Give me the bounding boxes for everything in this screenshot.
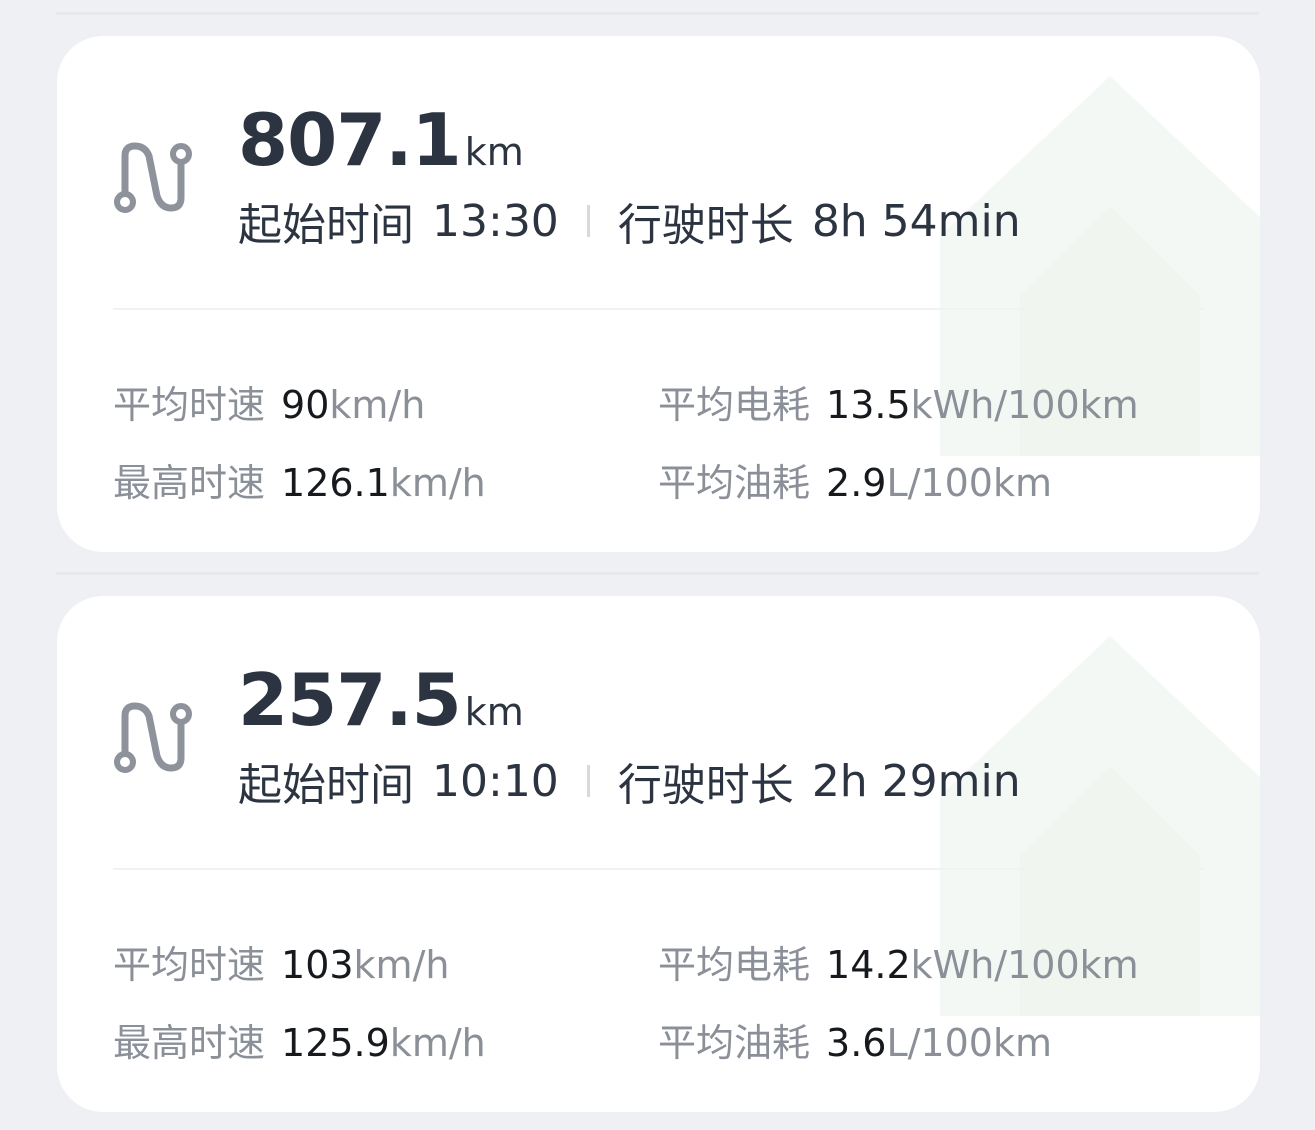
max-speed-value: 125.9 <box>281 1021 390 1065</box>
max-speed-value: 126.1 <box>281 461 390 505</box>
avg-electricity-label: 平均电耗 <box>658 383 811 427</box>
duration-value: 2h 29min <box>811 755 1021 807</box>
distance-unit: km <box>464 130 524 174</box>
avg-speed-unit: km/h <box>329 383 426 427</box>
avg-speed-stat: 平均时速 103km/h <box>113 934 449 989</box>
route-icon <box>114 702 192 773</box>
time-separator <box>586 205 590 237</box>
avg-fuel-stat: 平均油耗 3.6L/100km <box>658 1012 1052 1067</box>
duration-label: 行驶时长 <box>617 760 794 811</box>
trip-card[interactable]: 807.1 km 起始时间 13:30 行驶时长 8h 54min 平均时速 90k… <box>57 36 1260 552</box>
avg-electricity-value: 14.2 <box>826 943 911 987</box>
avg-speed-label: 平均时速 <box>113 943 266 987</box>
top-separator <box>56 12 1259 15</box>
avg-fuel-unit: L/100km <box>886 1021 1052 1065</box>
distance-value: 807.1 <box>238 98 462 182</box>
trip-distance: 257.5 km <box>238 658 524 742</box>
max-speed-unit: km/h <box>389 461 486 505</box>
avg-electricity-value: 13.5 <box>826 383 911 427</box>
avg-speed-label: 平均时速 <box>113 383 266 427</box>
start-time-label: 起始时间 <box>238 200 414 251</box>
start-time-value: 10:10 <box>432 755 559 807</box>
avg-electricity-stat: 平均电耗 13.5kWh/100km <box>658 374 1139 429</box>
max-speed-stat: 最高时速 125.9km/h <box>113 1012 486 1067</box>
avg-electricity-unit: kWh/100km <box>910 943 1139 987</box>
distance-unit: km <box>464 690 524 734</box>
duration-label: 行驶时长 <box>617 200 794 251</box>
avg-fuel-stat: 平均油耗 2.9L/100km <box>658 452 1052 507</box>
max-speed-label: 最高时速 <box>113 461 266 505</box>
route-icon <box>114 142 192 213</box>
avg-electricity-label: 平均电耗 <box>658 943 811 987</box>
card-divider <box>113 308 1204 310</box>
max-speed-unit: km/h <box>389 1021 486 1065</box>
trip-distance: 807.1 km <box>238 98 524 182</box>
avg-fuel-unit: L/100km <box>886 461 1052 505</box>
time-separator <box>586 765 590 797</box>
card-separator <box>56 572 1259 575</box>
card-divider <box>113 868 1204 870</box>
avg-speed-unit: km/h <box>353 943 450 987</box>
trip-card[interactable]: 257.5 km 起始时间 10:10 行驶时长 2h 29min 平均时速 103… <box>57 596 1260 1112</box>
avg-electricity-unit: kWh/100km <box>910 383 1139 427</box>
trip-time-row: 起始时间 10:10 行驶时长 2h 29min <box>238 749 1021 813</box>
avg-fuel-label: 平均油耗 <box>658 461 811 505</box>
avg-speed-stat: 平均时速 90km/h <box>113 374 425 429</box>
duration-value: 8h 54min <box>811 195 1021 247</box>
trip-time-row: 起始时间 13:30 行驶时长 8h 54min <box>238 189 1021 253</box>
avg-speed-value: 103 <box>281 943 354 987</box>
start-time-value: 13:30 <box>432 195 559 247</box>
avg-fuel-value: 3.6 <box>826 1021 887 1065</box>
distance-value: 257.5 <box>238 658 462 742</box>
max-speed-label: 最高时速 <box>113 1021 266 1065</box>
avg-fuel-value: 2.9 <box>826 461 887 505</box>
avg-fuel-label: 平均油耗 <box>658 1021 811 1065</box>
avg-electricity-stat: 平均电耗 14.2kWh/100km <box>658 934 1139 989</box>
max-speed-stat: 最高时速 126.1km/h <box>113 452 486 507</box>
start-time-label: 起始时间 <box>238 760 414 811</box>
avg-speed-value: 90 <box>281 383 330 427</box>
